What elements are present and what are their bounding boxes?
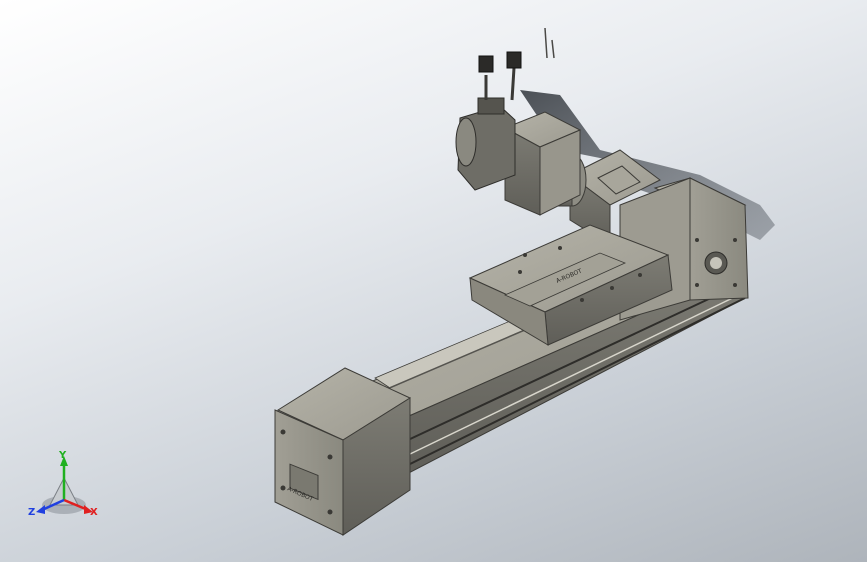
screw-hole xyxy=(695,238,699,242)
front-plate-screw xyxy=(280,429,286,435)
screw-hole xyxy=(733,283,737,287)
bearing-hole-inner xyxy=(710,257,722,269)
motor-connector xyxy=(477,97,505,115)
cable-end xyxy=(544,27,555,59)
carriage-bolt xyxy=(523,253,527,257)
carriage-bolt xyxy=(610,286,614,290)
front-plate-screw xyxy=(280,485,286,491)
x-axis-label: X xyxy=(90,507,98,518)
carriage-bolt xyxy=(580,298,584,302)
carriage-bolt xyxy=(518,270,522,274)
cable-connector-plug xyxy=(506,51,522,69)
cad-graphics-viewport[interactable]: A-ROBOT A-ROBOT Y X Z xyxy=(0,0,867,562)
carriage-bolt xyxy=(558,246,562,250)
carriage-bolt xyxy=(638,273,642,277)
coordinate-triad: Y X Z xyxy=(28,450,98,518)
motor-rear-cap xyxy=(455,117,477,167)
linear-actuator-model[interactable]: A-ROBOT A-ROBOT Y X Z xyxy=(0,0,867,562)
cable-connector-plug xyxy=(478,55,494,73)
power-cable xyxy=(510,67,516,101)
z-axis-label: Z xyxy=(28,507,35,518)
z-axis-arrowhead xyxy=(36,505,45,514)
screw-hole xyxy=(733,238,737,242)
y-axis-label: Y xyxy=(58,450,67,461)
screw-hole xyxy=(695,283,699,287)
front-plate-screw xyxy=(327,454,333,460)
front-plate-screw xyxy=(327,509,333,515)
